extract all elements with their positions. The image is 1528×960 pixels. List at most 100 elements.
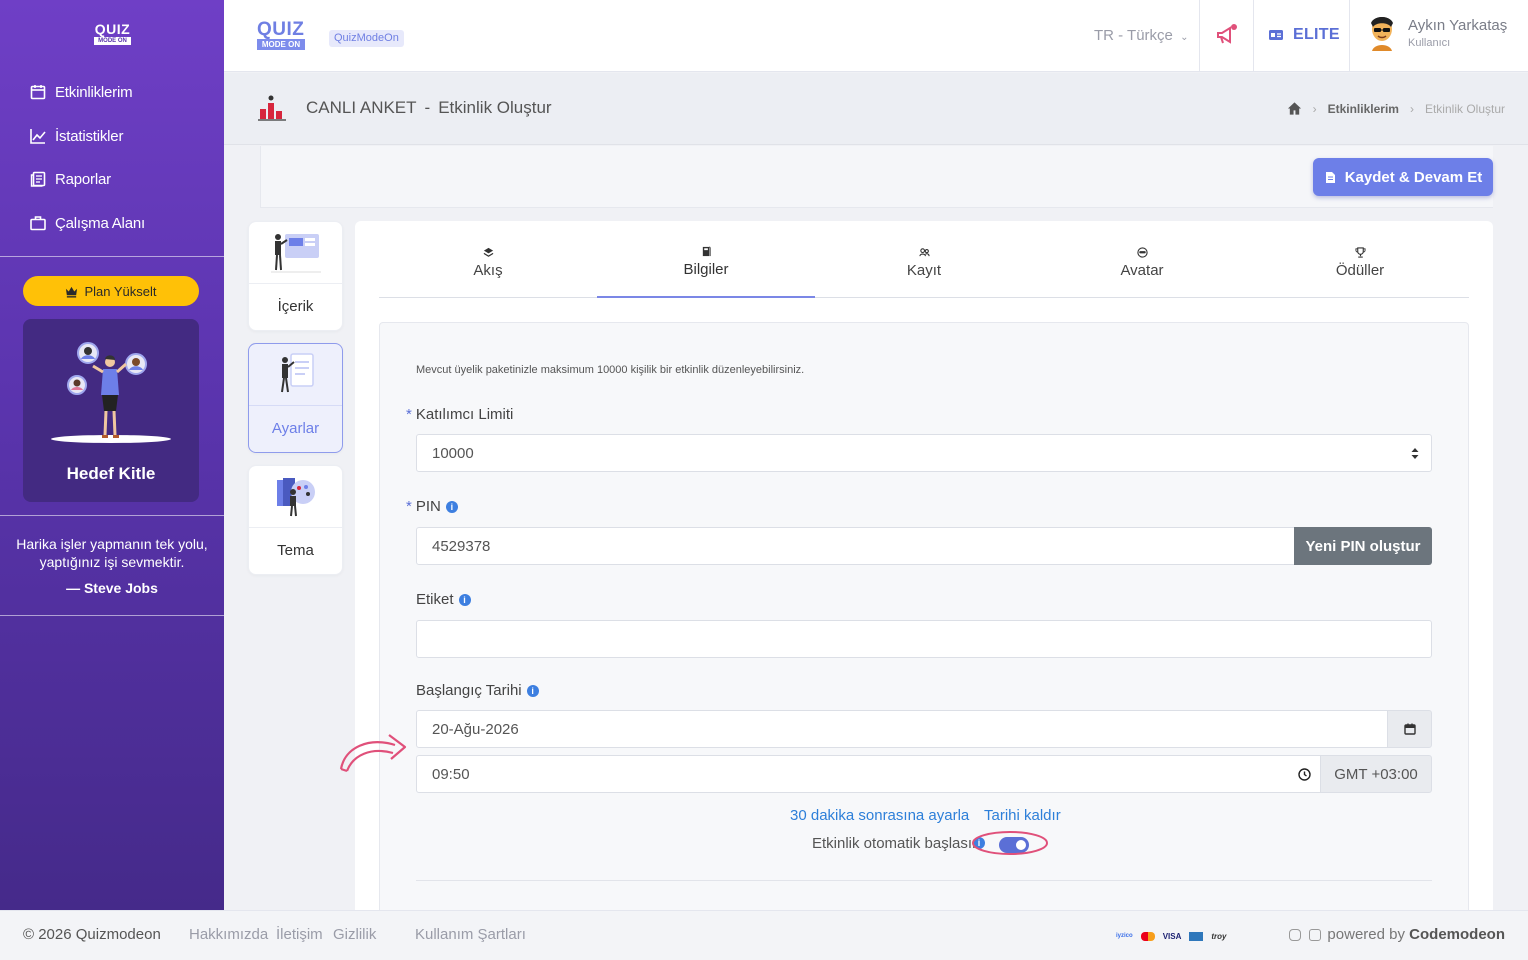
topbar-divider <box>1349 0 1350 72</box>
step-ayarlar[interactable]: Ayarlar <box>248 343 343 453</box>
tab-label: Avatar <box>1120 261 1164 279</box>
step-tema[interactable]: Tema <box>248 465 343 575</box>
main-card: Akış Bilgiler Kayıt Avatar Ödüller Mevcu… <box>355 221 1493 942</box>
logo-subtext: MODE ON <box>94 37 131 45</box>
start-date-input[interactable]: 20-Ağu-2026 <box>416 710 1388 748</box>
plan-label: ELITE <box>1293 26 1340 43</box>
participant-limit-label: * Katılımcı Limiti <box>406 406 513 423</box>
tab-label: Ödüller <box>1335 261 1385 279</box>
breadcrumb-item: Etkinlik Oluştur <box>1424 101 1505 116</box>
announcement-icon[interactable] <box>1216 23 1238 47</box>
label-text: Katılımcı Limiti <box>415 406 514 423</box>
audience-illustration <box>51 342 171 443</box>
info-icon[interactable]: i <box>445 500 458 513</box>
target-audience-card[interactable]: Hedef Kitle <box>23 319 199 502</box>
linkedin-icon[interactable] <box>1309 929 1321 941</box>
pin-value: 4529378 <box>432 537 491 555</box>
required-marker: * <box>406 498 412 515</box>
sidebar-item-istatistikler[interactable]: İstatistikler <box>30 126 123 146</box>
document-icon <box>1325 171 1335 183</box>
sidebar-item-etkinliklerim[interactable]: Etkinliklerim <box>30 82 133 102</box>
tag-input[interactable] <box>416 620 1432 658</box>
sidebar-item-label: Etkinliklerim <box>55 83 133 101</box>
target-audience-title: Hedef Kitle <box>66 464 156 483</box>
tab-oduller[interactable]: Ödüller <box>1251 221 1469 298</box>
label-text: Etiket <box>416 591 454 608</box>
required-marker: * <box>406 406 412 423</box>
start-time-input[interactable]: 09:50 <box>416 755 1321 793</box>
plan-badge[interactable]: ELITE <box>1268 26 1340 44</box>
participant-limit-select[interactable]: 10000 <box>416 434 1432 472</box>
timezone-value: GMT +03:00 <box>1334 765 1418 783</box>
set-30-min-link[interactable]: 30 dakika sonrasına ayarla <box>790 807 969 824</box>
generate-pin-button[interactable]: Yeni PIN oluştur <box>1294 527 1432 565</box>
logo-text: QUIZ <box>257 19 305 40</box>
sidebar-item-calisma-alani[interactable]: Çalışma Alanı <box>30 213 145 233</box>
sidebar-item-label: Çalışma Alanı <box>55 214 145 232</box>
arrow-annotation <box>339 734 407 773</box>
layers-icon <box>483 247 493 257</box>
chevron-right-icon: › <box>1409 101 1414 116</box>
settings-illustration-icon <box>280 353 314 393</box>
chevron-right-icon: › <box>1312 101 1317 116</box>
crown-icon <box>66 286 78 298</box>
remove-date-link[interactable]: Tarihi kaldır <box>984 807 1061 824</box>
info-icon[interactable]: i <box>526 684 539 697</box>
info-icon[interactable]: i <box>458 593 471 606</box>
calendar-button[interactable] <box>1387 710 1432 748</box>
logo-text: QUIZ <box>94 21 131 37</box>
logo-subtext: MODE ON <box>257 39 305 50</box>
briefcase-icon <box>30 216 46 231</box>
users-icon <box>918 247 930 256</box>
tab-bar: Akış Bilgiler Kayıt Avatar Ödüller <box>379 221 1469 298</box>
plan-upgrade-button[interactable]: Plan Yükselt <box>23 276 199 306</box>
live-poll-icon <box>258 95 286 121</box>
sidebar-item-raporlar[interactable]: Raporlar <box>30 169 111 189</box>
copyright: © 2026 Quizmodeon <box>23 926 161 943</box>
tab-label: Kayıt <box>906 261 942 279</box>
tab-avatar[interactable]: Avatar <box>1033 221 1251 298</box>
social-links <box>1289 929 1321 941</box>
save-continue-button[interactable]: Kaydet & Devam Et <box>1313 158 1493 196</box>
footer-link-gizlilik[interactable]: Gizlilik <box>333 926 376 943</box>
tab-bilgiler[interactable]: Bilgiler <box>597 221 815 298</box>
language-label: TR - Türkçe <box>1094 27 1173 44</box>
report-icon <box>30 171 46 187</box>
tab-akis[interactable]: Akış <box>379 221 597 298</box>
timezone-addon: GMT +03:00 <box>1320 755 1432 793</box>
tab-kayit[interactable]: Kayıt <box>815 221 1033 298</box>
brand-badge: QuizModeOn <box>329 30 404 47</box>
page-title: CANLI ANKET - Etkinlik Oluştur <box>306 98 552 118</box>
pin-label: * PIN i <box>406 498 458 515</box>
user-name[interactable]: Aykın Yarkataş <box>1408 17 1507 34</box>
action-bar <box>260 146 1493 208</box>
step-icerik[interactable]: İçerik <box>248 221 343 331</box>
sidebar-item-label: Raporlar <box>55 170 111 188</box>
iyzico-logo: iyzico <box>1116 933 1133 939</box>
sidebar-item-label: İstatistikler <box>55 127 124 145</box>
footer-link-hakkimizda[interactable]: Hakkımızda <box>189 926 268 943</box>
breadcrumb-item[interactable]: Etkinliklerim <box>1328 102 1399 116</box>
breadcrumb: › Etkinliklerim › Etkinlik Oluştur <box>1287 101 1505 116</box>
sidebar-divider <box>0 515 224 516</box>
footer-link-iletisim[interactable]: İletişim <box>276 926 323 943</box>
sidebar-logo[interactable]: QUIZ MODE ON <box>94 22 131 50</box>
user-avatar[interactable] <box>1368 15 1396 51</box>
mastercard-logo <box>1140 931 1155 941</box>
quote-author: — Steve Jobs <box>66 580 158 596</box>
step-label: Tema <box>277 542 314 559</box>
footer-link-kullanim[interactable]: Kullanım Şartları <box>415 926 526 943</box>
theme-illustration-icon <box>276 478 315 517</box>
generate-pin-label: Yeni PIN oluştur <box>1305 537 1421 555</box>
sidebar-divider <box>0 256 224 257</box>
visa-logo: VISA <box>1162 931 1182 941</box>
home-icon[interactable] <box>1287 101 1302 116</box>
instagram-icon[interactable] <box>1289 929 1301 941</box>
topbar-logo[interactable]: QUIZ MODE ON <box>257 20 307 54</box>
auto-start-label: Etkinlik otomatik başlasın <box>812 835 981 852</box>
pin-input[interactable]: 4529378 <box>416 527 1295 565</box>
language-selector[interactable]: TR - Türkçe ⌄ <box>1094 27 1188 44</box>
clock-icon[interactable] <box>1298 768 1311 781</box>
powered-by[interactable]: powered by Codemodeon <box>1327 926 1505 943</box>
page-title-main: CANLI ANKET <box>306 98 417 117</box>
